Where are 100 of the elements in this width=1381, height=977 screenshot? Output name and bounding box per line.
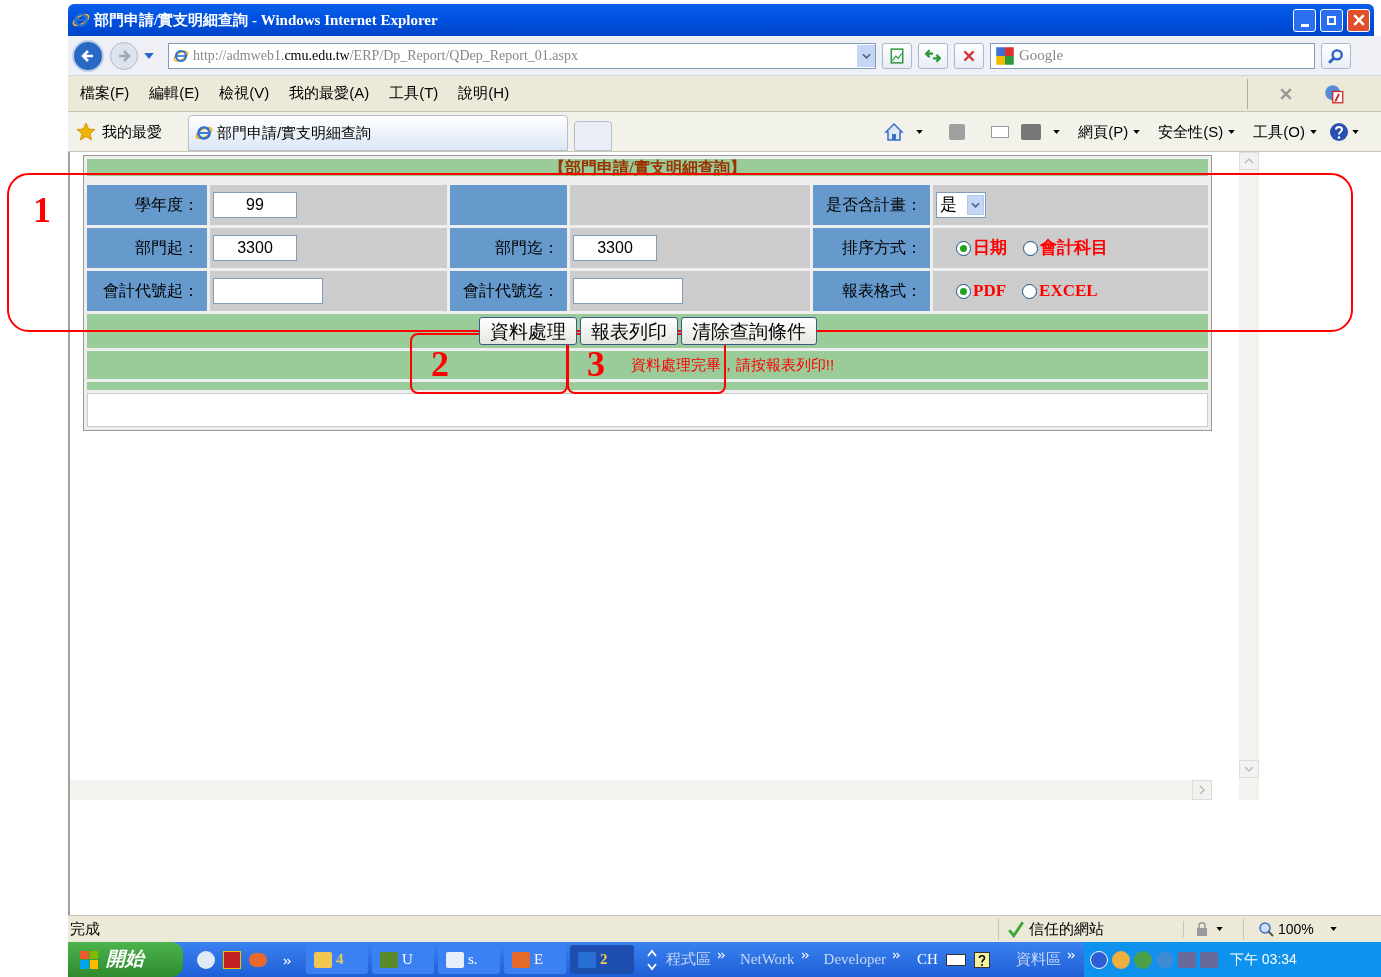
caret-icon[interactable] xyxy=(1329,927,1337,931)
tray-icon[interactable] xyxy=(1089,950,1108,969)
chevron-icon[interactable] xyxy=(1066,952,1076,960)
restore-button[interactable] xyxy=(1320,8,1343,32)
chevron-icon[interactable] xyxy=(892,952,902,960)
menu-item[interactable]: 我的最愛(A) xyxy=(289,82,370,105)
form-button[interactable]: 資料處理 xyxy=(478,317,577,345)
zoom-icon[interactable] xyxy=(1258,921,1274,937)
security-zone: 信任的網站 xyxy=(1029,918,1104,939)
minimize-button[interactable] xyxy=(1293,8,1316,32)
text-field[interactable]: 3300 xyxy=(573,235,657,261)
app-icon xyxy=(314,951,332,968)
annotation-number: 1 xyxy=(33,192,51,228)
radio-button[interactable] xyxy=(1022,283,1038,299)
field-label: 部門起： xyxy=(87,228,207,268)
quick-launch-icon[interactable] xyxy=(223,950,241,969)
mail-icon[interactable] xyxy=(991,126,1010,138)
home-icon[interactable] xyxy=(884,122,905,142)
app-icon xyxy=(578,951,596,968)
command-menu[interactable]: 安全性(S) xyxy=(1158,120,1224,144)
print-icon[interactable] xyxy=(1021,124,1042,140)
caret-icon[interactable] xyxy=(1133,130,1141,134)
checkmark-icon xyxy=(1007,920,1025,938)
menu-item[interactable]: 檢視(V) xyxy=(219,82,270,105)
window-title: 部門申請/實支明細查詢 - Windows Internet Explorer xyxy=(94,10,438,30)
close-button[interactable] xyxy=(1347,8,1370,32)
dropdown[interactable]: 是 xyxy=(936,192,986,218)
browser-e-icon xyxy=(72,11,90,29)
menu-item[interactable]: 編輯(E) xyxy=(149,82,200,105)
taskbar-button[interactable]: U xyxy=(372,945,434,974)
form-button[interactable]: 報表列印 xyxy=(579,317,678,345)
annotation-number: 3 xyxy=(587,346,605,382)
field-label: 部門迄： xyxy=(450,228,567,268)
refresh-icon xyxy=(925,47,941,64)
zoom-level[interactable]: 100% xyxy=(1278,918,1314,940)
text-field[interactable] xyxy=(213,278,323,304)
annotation-number: 2 xyxy=(431,346,449,382)
radio-button[interactable] xyxy=(1023,240,1038,256)
taskbar-button[interactable]: 2 xyxy=(570,945,634,974)
browser-e-icon xyxy=(195,124,213,142)
back-button[interactable] xyxy=(72,39,104,72)
search-input[interactable]: Google xyxy=(1019,44,1314,67)
horizontal-scrollbar[interactable] xyxy=(70,780,1212,800)
chevron-icon[interactable] xyxy=(717,952,726,960)
pdf-icon[interactable] xyxy=(1324,83,1344,104)
clock: 下午 03:34 xyxy=(1229,950,1297,969)
text-field[interactable]: 99 xyxy=(213,192,297,218)
favorites-button[interactable]: 我的最愛 xyxy=(76,113,182,151)
radio-label: 會計科目 xyxy=(1040,237,1108,260)
menu-item[interactable]: 工具(T) xyxy=(389,82,439,105)
chevron-icon[interactable] xyxy=(283,958,292,965)
search-icon xyxy=(1328,47,1344,64)
url-text: http://admweb1.cmu.edu.tw/ERP/Dp_Report/QDep_Report_01.aspx xyxy=(193,47,579,65)
taskbar-button[interactable]: s. xyxy=(438,945,500,974)
app-icon xyxy=(446,951,464,968)
close-icon xyxy=(1352,14,1365,26)
field-label: 是否含計畫： xyxy=(813,185,930,225)
search-field[interactable]: Google xyxy=(990,42,1315,69)
form-button[interactable]: 清除查詢條件 xyxy=(680,317,817,345)
caret-icon[interactable] xyxy=(916,130,924,134)
forward-arrow-icon xyxy=(116,47,132,64)
chevron-icon[interactable] xyxy=(800,952,810,960)
help-icon[interactable] xyxy=(1329,122,1349,142)
compatibility-button[interactable] xyxy=(882,42,912,69)
padlock-icon[interactable] xyxy=(1194,921,1210,937)
text-field[interactable]: 3300 xyxy=(213,235,297,261)
caret-icon[interactable] xyxy=(1352,130,1359,134)
page-icon xyxy=(889,47,905,64)
refresh-button[interactable] xyxy=(918,42,948,69)
field-label: 會計代號迄： xyxy=(450,271,567,311)
menu-item[interactable]: 檔案(F) xyxy=(80,82,130,105)
language-indicator[interactable]: CH xyxy=(917,948,938,971)
keyboard-icon[interactable] xyxy=(945,953,966,966)
app-icon xyxy=(380,951,398,968)
dropdown-arrow-icon[interactable] xyxy=(144,52,154,59)
menu-item[interactable]: 說明(H) xyxy=(458,82,510,105)
command-menu[interactable]: 工具(O) xyxy=(1253,120,1305,144)
caret-icon[interactable] xyxy=(1310,130,1317,134)
taskbar-button[interactable]: E xyxy=(504,945,566,974)
status-text: 完成 xyxy=(69,918,101,939)
browser-tab[interactable]: 部門申請/實支明細查詢 xyxy=(188,115,568,151)
command-menu[interactable]: 網頁(P) xyxy=(1078,120,1129,144)
field-label: 會計代號起： xyxy=(87,271,207,311)
windows-logo-icon xyxy=(80,950,98,969)
radio-button[interactable] xyxy=(956,240,971,256)
stop-button[interactable] xyxy=(954,42,984,69)
search-button[interactable] xyxy=(1321,42,1351,69)
status-message: 資料處理完畢，請按報表列印!! xyxy=(630,354,835,375)
close-icon xyxy=(1280,87,1292,100)
radio-label: EXCEL xyxy=(1039,280,1098,303)
star-icon xyxy=(76,122,96,142)
caret-icon[interactable] xyxy=(1216,927,1223,931)
help-icon[interactable] xyxy=(973,951,990,968)
radio-button[interactable] xyxy=(956,283,971,299)
browser-e-icon xyxy=(173,47,189,64)
address-field[interactable]: http://admweb1.cmu.edu.tw/ERP/Dp_Report/QDep_Report_01.aspx xyxy=(168,42,876,69)
text-field[interactable] xyxy=(573,278,683,304)
caret-icon[interactable] xyxy=(1228,130,1236,134)
caret-icon[interactable] xyxy=(1053,130,1061,134)
quick-launch-icon[interactable] xyxy=(197,950,215,969)
